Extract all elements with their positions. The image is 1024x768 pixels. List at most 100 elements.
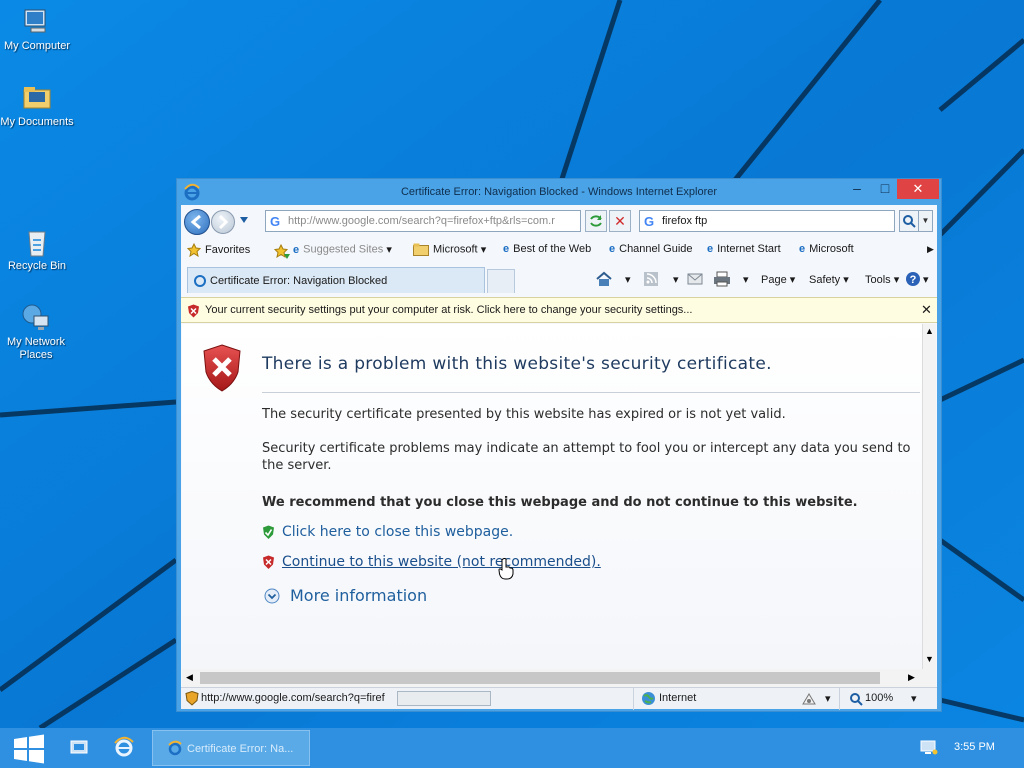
home-dropdown-icon[interactable]: ▾ [625, 273, 631, 286]
taskbar-ie-window-button[interactable]: Certificate Error: Na... [152, 730, 310, 766]
fav-channel-guide[interactable]: e Channel Guide [609, 243, 693, 255]
print-dropdown-icon[interactable]: ▾ [743, 273, 749, 286]
search-icon [903, 215, 916, 228]
protected-mode-dropdown-icon[interactable]: ▾ [825, 692, 831, 705]
scroll-up-icon[interactable]: ▲ [925, 326, 934, 336]
shield-warning-icon [263, 555, 274, 569]
desktop-icon-label: Recycle Bin [7, 260, 67, 272]
refresh-button[interactable] [585, 210, 607, 232]
feeds-icon[interactable] [643, 271, 659, 287]
read-mail-icon[interactable] [687, 272, 703, 286]
chevron-down-icon: ▾ [893, 274, 900, 286]
status-divider [633, 688, 634, 710]
tab-row: Certificate Error: Navigation Blocked ▾ … [181, 267, 937, 293]
windows-start-icon[interactable] [12, 734, 46, 764]
google-icon: G [270, 214, 281, 229]
network-icon [22, 304, 49, 330]
fav-suggested-sites[interactable]: e Suggested Sites ▾ [293, 243, 392, 257]
address-bar[interactable]: G http://www.google.com/search?q=firefox… [265, 210, 581, 232]
page-content: There is a problem with this website's s… [182, 324, 922, 669]
desktop-icon-network[interactable]: My Network Places [0, 302, 72, 362]
forward-button[interactable] [211, 210, 235, 234]
help-icon[interactable]: ? [905, 271, 921, 287]
desktop-icon-label: My Network Places [6, 336, 66, 361]
zoom-dropdown-icon[interactable]: ▾ [911, 692, 917, 705]
fav-microsoft-folder[interactable]: Microsoft ▾ [413, 243, 486, 256]
desktop-icon-label: My Computer [3, 40, 71, 52]
search-box[interactable]: G firefox ftp [639, 210, 895, 232]
forward-arrow-icon [218, 214, 229, 230]
chevron-down-icon: ▾ [386, 244, 392, 256]
desktop-icon-recycle-bin[interactable]: Recycle Bin [0, 226, 74, 273]
help-dropdown-icon[interactable]: ▾ [923, 273, 929, 286]
divider [262, 392, 920, 393]
protected-mode-icon[interactable] [801, 692, 817, 706]
address-input[interactable]: http://www.google.com/search?q=firefox+f… [288, 215, 578, 227]
computer-icon [24, 9, 46, 33]
show-desktop-icon[interactable] [70, 740, 88, 756]
safety-menu[interactable]: Safety ▾ [809, 273, 849, 286]
info-bar-text: Your current security settings put your … [205, 304, 693, 316]
stop-button[interactable]: ✕ [609, 210, 631, 232]
fav-best-of-the-web[interactable]: e Best of the Web [503, 243, 591, 255]
horizontal-scroll-thumb[interactable] [200, 672, 880, 684]
scroll-right-icon[interactable]: ▶ [908, 672, 915, 683]
ie-page-icon: e [609, 243, 616, 256]
scroll-down-icon[interactable]: ▼ [925, 654, 934, 664]
search-options-dropdown[interactable]: ▼ [919, 210, 933, 232]
ie-taskbar-icon[interactable] [112, 736, 136, 758]
shield-ok-icon [263, 525, 274, 539]
taskbar-clock[interactable]: 3:55 PM [954, 741, 995, 753]
back-arrow-icon [190, 214, 201, 230]
scroll-left-icon[interactable]: ◀ [186, 672, 193, 683]
horizontal-scrollbar[interactable]: ◀ ▶ [182, 669, 922, 687]
desktop-icon-my-documents[interactable]: My Documents [0, 82, 74, 129]
desktop-icon-label: My Documents [0, 116, 74, 128]
chevron-down-icon: ▾ [480, 244, 487, 256]
maximize-button[interactable]: □ [871, 179, 899, 199]
favorites-bar: Favorites e Suggested Sites ▾ Microsoft ▾… [181, 239, 937, 263]
security-shield-icon [185, 691, 199, 706]
error-description: The security certificate presented by th… [262, 407, 786, 422]
network-tray-icon[interactable] [920, 740, 938, 756]
recent-pages-dropdown[interactable] [239, 216, 249, 224]
ie-page-icon: e [799, 243, 806, 256]
fav-internet-start[interactable]: e Internet Start [707, 243, 781, 255]
favorites-button[interactable]: Favorites [187, 243, 250, 257]
close-window-button[interactable]: ✕ [897, 179, 939, 199]
zoom-level[interactable]: 100% [865, 692, 893, 704]
info-bar-close-icon[interactable]: ✕ [921, 302, 932, 318]
tools-menu[interactable]: Tools ▾ [865, 273, 899, 286]
svg-text:?: ? [910, 274, 917, 286]
feeds-dropdown-icon[interactable]: ▾ [673, 273, 679, 286]
more-favorites-chevron-icon[interactable]: ▶ [927, 244, 934, 255]
vertical-scrollbar[interactable]: ▲ ▼ [922, 324, 936, 669]
title-bar[interactable]: Certificate Error: Navigation Blocked - … [177, 179, 941, 205]
tab-certificate-error[interactable]: Certificate Error: Navigation Blocked [187, 267, 485, 293]
search-button[interactable] [899, 210, 919, 232]
security-info-bar[interactable]: Your current security settings put your … [181, 297, 937, 323]
scroll-corner [922, 669, 936, 687]
globe-icon [642, 692, 655, 705]
home-icon[interactable] [595, 271, 613, 287]
folder-icon [23, 87, 51, 109]
recycle-bin-icon [28, 231, 46, 257]
print-icon[interactable] [713, 271, 731, 287]
browser-client: G http://www.google.com/search?q=firefox… [181, 205, 937, 710]
back-button[interactable] [184, 209, 210, 235]
page-menu[interactable]: Page ▾ [761, 273, 795, 286]
minimize-button[interactable]: – [843, 179, 871, 199]
search-input[interactable]: firefox ftp [662, 215, 707, 227]
progress-bar [397, 691, 491, 706]
add-favorites-icon[interactable] [273, 244, 291, 260]
google-icon: G [644, 214, 655, 229]
ie-window: Certificate Error: Navigation Blocked - … [176, 178, 942, 712]
status-url: http://www.google.com/search?q=firef [201, 692, 385, 704]
fav-microsoft[interactable]: e Microsoft [799, 243, 854, 255]
hand-cursor-icon [498, 558, 514, 580]
shield-warning-icon [188, 304, 199, 318]
desktop-icon-my-computer[interactable]: My Computer [0, 6, 74, 53]
tab-page-icon [194, 275, 206, 287]
ie-icon [168, 740, 182, 756]
new-tab-button[interactable] [487, 269, 515, 293]
